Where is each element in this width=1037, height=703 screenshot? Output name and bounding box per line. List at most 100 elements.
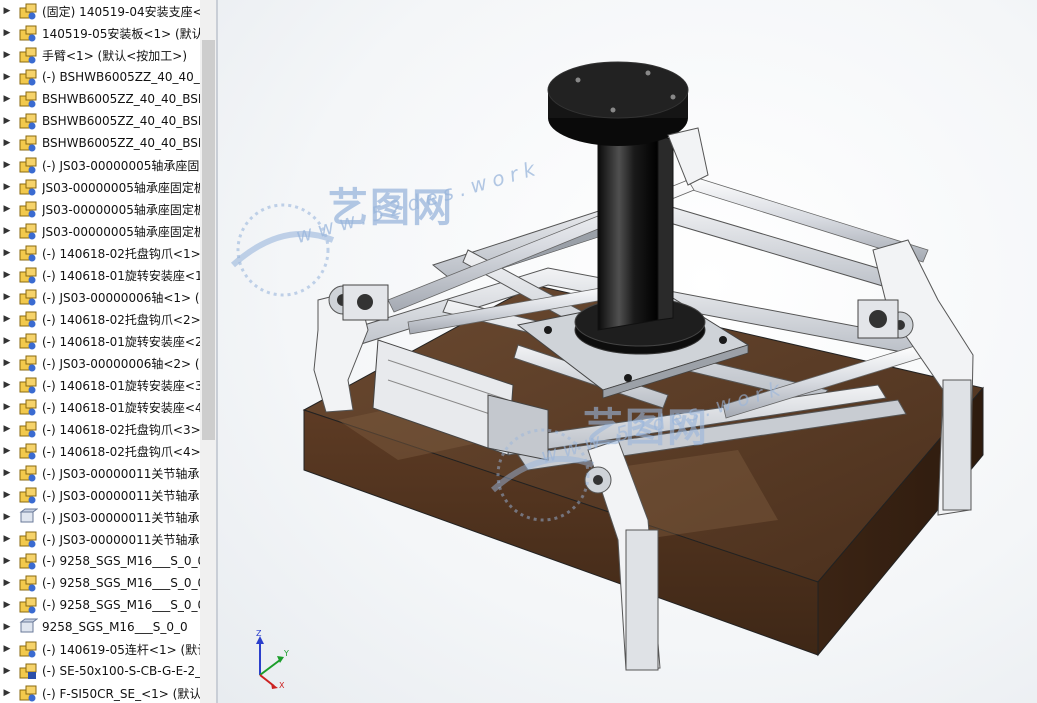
expand-arrow-icon[interactable]: ▶ [0,402,14,412]
tree-item-label: (-) SE-50x100-S-CB-G-E-2_ [42,664,200,678]
expand-arrow-icon[interactable]: ▶ [0,94,14,104]
tree-item-label: (-) 140618-01旋转安装座<1 [42,268,200,283]
expand-arrow-icon[interactable]: ▶ [0,270,14,280]
expand-arrow-icon[interactable]: ▶ [0,292,14,302]
assembly-icon [19,91,37,108]
expand-arrow-icon[interactable]: ▶ [0,28,14,38]
tree-item[interactable]: ▶ (-) 140618-01旋转安装座<4 [0,396,200,418]
triad-z-label: Z [256,630,262,638]
tree-item-label: (-) 140618-02托盘钩爪<3> [42,422,200,437]
watermark-globe-icon-2 [490,428,595,522]
tree-item[interactable]: ▶ (-) JS03-00000011关节轴承 [0,506,200,528]
expand-arrow-icon[interactable]: ▶ [0,116,14,126]
expand-arrow-icon[interactable]: ▶ [0,534,14,544]
tree-item[interactable]: ▶ (-) BSHWB6005ZZ_40_40_B [0,66,200,88]
tree-item-label: BSHWB6005ZZ_40_40_BSH [42,136,200,150]
tree-item[interactable]: ▶ (-) 140618-02托盘钩爪<3> [0,418,200,440]
expand-arrow-icon[interactable]: ▶ [0,622,14,632]
expand-arrow-icon[interactable]: ▶ [0,248,14,258]
tree-item[interactable]: ▶ (-) JS03-00000011关节轴承 [0,528,200,550]
tree-item[interactable]: ▶ (-) 140618-02托盘钩爪<1> [0,242,200,264]
part-icon [19,618,38,633]
expand-arrow-icon[interactable]: ▶ [0,424,14,434]
expand-arrow-icon[interactable]: ▶ [0,204,14,214]
expand-arrow-icon[interactable]: ▶ [0,380,14,390]
expand-arrow-icon[interactable]: ▶ [0,314,14,324]
expand-arrow-icon[interactable]: ▶ [0,468,14,478]
tree-scrollbar-thumb[interactable] [202,40,215,440]
tree-item[interactable]: ▶ (-) 140618-01旋转安装座<1 [0,264,200,286]
expand-arrow-icon[interactable]: ▶ [0,160,14,170]
tree-item[interactable]: ▶ (-) JS03-00000006轴<1> (默 [0,286,200,308]
tree-item-label: (-) 9258_SGS_M16___S_0_0 [42,576,200,590]
tree-item[interactable]: ▶ JS03-00000005轴承座固定板 [0,220,200,242]
assembly-icon [19,47,37,64]
assembly-icon [19,641,37,658]
tree-item[interactable]: ▶ BSHWB6005ZZ_40_40_BSH [0,132,200,154]
tree-item[interactable]: ▶ (-) JS03-00000005轴承座固定 [0,154,200,176]
assembly-icon [19,355,37,372]
tree-item-label: BSHWB6005ZZ_40_40_BSH [42,92,200,106]
tree-item[interactable]: ▶ (-) 9258_SGS_M16___S_0_0 [0,594,200,616]
tree-item[interactable]: ▶ BSHWB6005ZZ_40_40_BSH [0,88,200,110]
expand-arrow-icon[interactable]: ▶ [0,72,14,82]
tree-item[interactable]: ▶ (固定) 140519-04安装支座< [0,0,200,22]
expand-arrow-icon[interactable]: ▶ [0,688,14,698]
tree-item[interactable]: ▶ 9258_SGS_M16___S_0_0 [0,616,200,638]
expand-arrow-icon[interactable]: ▶ [0,6,14,16]
assembly-icon [19,113,37,130]
assembly-icon [19,377,37,394]
tree-item[interactable]: ▶ (-) 140618-01旋转安装座<2 [0,330,200,352]
tree-item[interactable]: ▶ (-) JS03-00000011关节轴承 [0,484,200,506]
expand-arrow-icon[interactable]: ▶ [0,644,14,654]
tree-item[interactable]: ▶ JS03-00000005轴承座固定板 [0,198,200,220]
expand-arrow-icon[interactable]: ▶ [0,556,14,566]
assembly-icon [19,575,37,592]
expand-arrow-icon[interactable]: ▶ [0,490,14,500]
tree-item[interactable]: ▶ (-) JS03-00000011关节轴承 [0,462,200,484]
tree-item[interactable]: ▶ (-) 9258_SGS_M16___S_0_0 [0,550,200,572]
assembly-icon [19,245,37,262]
tree-item-label: BSHWB6005ZZ_40_40_BSH [42,114,200,128]
tree-item-label: (-) 140618-02托盘钩爪<4> [42,444,200,459]
expand-arrow-icon[interactable]: ▶ [0,138,14,148]
tree-item-label: (-) JS03-00000006轴<1> (默 [42,290,200,305]
tree-item[interactable]: ▶ (-) 140618-02托盘钩爪<4> [0,440,200,462]
graphics-viewport[interactable]: 艺图网 www.52des.work 艺图网 www.52des.work [218,0,1037,703]
assembly-icon [19,399,37,416]
tree-item[interactable]: ▶ 手臂<1> (默认<按加工>) [0,44,200,66]
tree-item[interactable]: ▶ 140519-05安装板<1> (默认 [0,22,200,44]
expand-arrow-icon[interactable]: ▶ [0,666,14,676]
assembly-icon [19,25,37,42]
assembly-icon [19,223,37,240]
expand-arrow-icon[interactable]: ▶ [0,358,14,368]
expand-arrow-icon[interactable]: ▶ [0,512,14,522]
tree-item[interactable]: ▶ (-) 140618-02托盘钩爪<2> [0,308,200,330]
expand-arrow-icon[interactable]: ▶ [0,226,14,236]
expand-arrow-icon[interactable]: ▶ [0,578,14,588]
assembly-icon [19,465,37,482]
tree-item[interactable]: ▶ JS03-00000005轴承座固定板 [0,176,200,198]
expand-arrow-icon[interactable]: ▶ [0,600,14,610]
assembly-icon [19,289,37,306]
part-icon [19,508,38,523]
tree-item[interactable]: ▶ BSHWB6005ZZ_40_40_BSH [0,110,200,132]
orientation-triad: Z Y X [256,630,289,690]
tree-item-label: 9258_SGS_M16___S_0_0 [42,620,188,634]
expand-arrow-icon[interactable]: ▶ [0,50,14,60]
tree-item[interactable]: ▶ (-) F-SI50CR_SE_<1> (默认) [0,682,200,703]
expand-arrow-icon[interactable]: ▶ [0,182,14,192]
tree-item[interactable]: ▶ (-) SE-50x100-S-CB-G-E-2_ [0,660,200,682]
tree-item[interactable]: ▶ (-) JS03-00000006轴<2> (默 [0,352,200,374]
tree-item-label: (-) 140618-01旋转安装座<2 [42,334,200,349]
tree-item-label: (-) 140618-02托盘钩爪<2> [42,312,200,327]
tree-item[interactable]: ▶ (-) 9258_SGS_M16___S_0_0 [0,572,200,594]
tree-item-label: (-) F-SI50CR_SE_<1> (默认) [42,686,200,701]
tree-item-label: 140519-05安装板<1> (默认 [42,26,200,41]
expand-arrow-icon[interactable]: ▶ [0,336,14,346]
assembly-icon [19,553,37,570]
expand-arrow-icon[interactable]: ▶ [0,446,14,456]
tree-item[interactable]: ▶ (-) 140619-05连杆<1> (默认 [0,638,200,660]
tree-item-label: (-) 140618-01旋转安装座<3 [42,378,200,393]
tree-item[interactable]: ▶ (-) 140618-01旋转安装座<3 [0,374,200,396]
